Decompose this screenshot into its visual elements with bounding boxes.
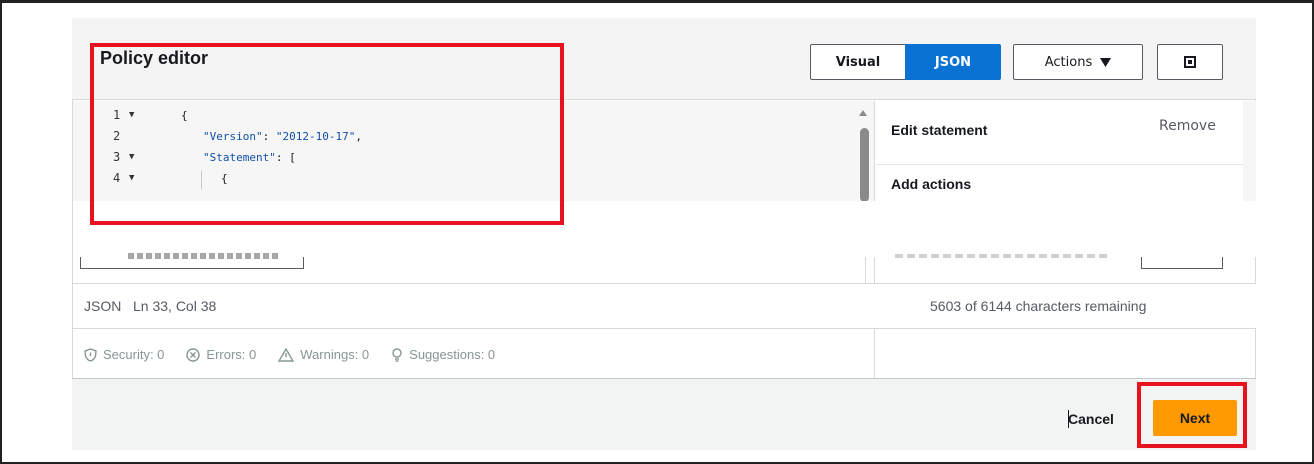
- warnings-count[interactable]: Warnings: 0: [278, 347, 369, 362]
- highlight-box-policy-editor: [90, 43, 564, 225]
- side-field-label-cropped: [895, 254, 1110, 258]
- panel-layout-icon: [1184, 56, 1196, 68]
- suggestions-label: Suggestions: 0: [409, 347, 496, 362]
- add-actions-heading: Add actions: [891, 176, 972, 192]
- actions-dropdown-button[interactable]: Actions: [1013, 44, 1143, 80]
- error-circle-icon: [186, 347, 201, 362]
- caret-down-icon: [1100, 57, 1112, 67]
- cancel-button[interactable]: Cancel: [1068, 411, 1114, 427]
- tab-json[interactable]: JSON: [905, 44, 1001, 80]
- validation-summary: Security: 0 Errors: 0 Warnings: 0 Sugges…: [84, 347, 495, 362]
- layout-toggle-button[interactable]: [1157, 44, 1223, 80]
- actions-label: Actions: [1044, 54, 1093, 70]
- side-button-cropped[interactable]: [1141, 257, 1223, 269]
- shield-icon: [84, 347, 97, 362]
- security-count[interactable]: Security: 0: [84, 347, 164, 362]
- panel-divider-lower: [865, 257, 866, 283]
- highlight-box-next-button: [1137, 382, 1247, 448]
- side-panel-scrollbar[interactable]: [1243, 101, 1256, 201]
- characters-remaining: 5603 of 6144 characters remaining: [930, 298, 1147, 314]
- editor-scrollbar-thumb[interactable]: [860, 128, 869, 202]
- edit-statement-title: Edit statement: [891, 122, 988, 138]
- remove-statement-button[interactable]: Remove: [1159, 118, 1216, 134]
- errors-label: Errors: 0: [206, 347, 257, 362]
- add-new-statement-button-cropped[interactable]: [80, 257, 304, 269]
- warning-triangle-icon: [278, 347, 295, 362]
- tab-visual[interactable]: Visual: [810, 44, 906, 80]
- errors-count[interactable]: Errors: 0: [186, 347, 256, 362]
- lightbulb-icon: [392, 347, 402, 362]
- warnings-label: Warnings: 0: [300, 347, 370, 362]
- scroll-up-arrow-icon[interactable]: [859, 110, 867, 116]
- cursor-position: JSON Ln 33, Col 38: [84, 298, 217, 314]
- suggestions-count[interactable]: Suggestions: 0: [391, 347, 495, 362]
- security-label: Security: 0: [103, 347, 165, 362]
